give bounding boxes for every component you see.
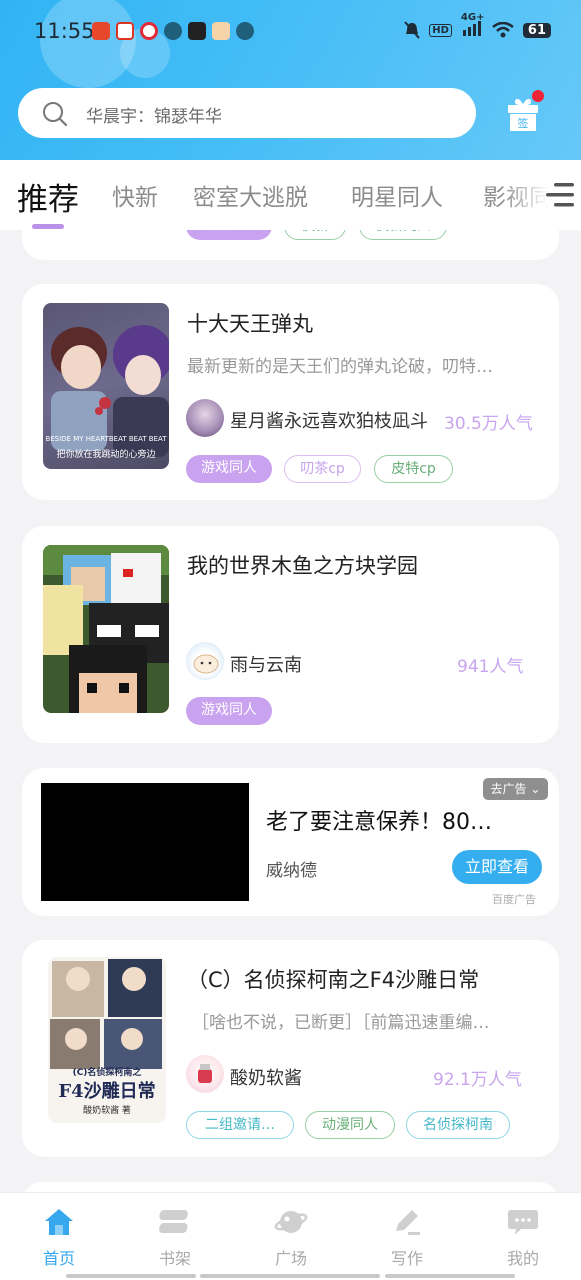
chat-bubble-icon xyxy=(508,1210,538,1235)
status-bar: 11:55 HD 4G+ 61 xyxy=(0,12,581,46)
ad-source: 百度广告 xyxy=(492,893,536,906)
book-card[interactable]: 我的世界木鱼之方块学园 雨与云南 941人气 游戏同人 xyxy=(22,526,559,743)
tab-escape-room[interactable]: 密室大逃脱 xyxy=(193,178,308,212)
app-notify-icon xyxy=(188,22,206,40)
remove-ad-button[interactable]: 去广告 ⌄ xyxy=(483,778,548,800)
book-cover: (C)名侦探柯南之 F4沙雕日常 酸奶软酱 著 xyxy=(48,957,166,1123)
cover-illustration xyxy=(43,545,169,713)
nav-label: 我的 xyxy=(506,1249,539,1268)
nav-write[interactable]: 写作 xyxy=(367,1207,447,1269)
bottom-navigation: 首页 书架 广场 写作 我的 xyxy=(0,1192,581,1280)
book-description: ［啥也不说，已断更］［前篇迅速重编… xyxy=(192,1013,490,1033)
gesture-bar xyxy=(200,1274,380,1278)
author-name[interactable]: 酸奶软酱 xyxy=(230,1064,302,1090)
message-icon xyxy=(164,22,182,40)
author-name[interactable]: 星月酱永远喜欢狛枝凪斗 xyxy=(230,407,428,433)
network-type: 4G+ xyxy=(461,12,484,40)
nav-label: 写作 xyxy=(390,1249,423,1268)
book-description: 最新更新的是天王们的弹丸论破，叨特… xyxy=(187,357,493,377)
ad-card[interactable]: 老了要注意保养！80… 威纳德 立即查看 去广告 ⌄ 百度广告 xyxy=(22,768,559,916)
book-tag[interactable]: 游戏同人 xyxy=(186,455,272,483)
book-title[interactable]: （C）名侦探柯南之F4沙雕日常 xyxy=(187,964,479,994)
book-title[interactable]: 十大天王弹丸 xyxy=(187,308,313,338)
nav-square[interactable]: 广场 xyxy=(251,1207,331,1269)
tab-recommend[interactable]: 推荐 xyxy=(17,174,79,219)
pen-icon xyxy=(396,1210,420,1235)
app-notify-icon xyxy=(92,22,110,40)
wifi-icon xyxy=(492,22,514,38)
popularity-count: 941人气 xyxy=(457,657,524,677)
nav-mine[interactable]: 我的 xyxy=(483,1207,563,1269)
gesture-bar xyxy=(66,1274,196,1278)
search-placeholder: 华晨宇：锦瑟年华 xyxy=(86,107,222,127)
notification-badge xyxy=(532,90,544,102)
svg-text:签: 签 xyxy=(518,116,529,130)
app-notify-icon xyxy=(212,22,230,40)
cover-title: F4沙雕日常 xyxy=(58,1081,156,1102)
active-tab-indicator xyxy=(32,224,64,229)
planet-icon xyxy=(274,1211,308,1233)
compass-icon xyxy=(236,22,254,40)
bookshelf-icon xyxy=(159,1210,188,1233)
mute-icon xyxy=(404,21,420,39)
cover-caption: BESIDE MY HEARTBEAT BEAT BEAT xyxy=(45,435,167,443)
home-icon xyxy=(45,1209,73,1235)
book-cover xyxy=(43,545,169,713)
book-card[interactable]: (C)名侦探柯南之 F4沙雕日常 酸奶软酱 著 （C）名侦探柯南之F4沙雕日常 … xyxy=(22,940,559,1157)
author-avatar[interactable] xyxy=(186,642,224,680)
popularity-count: 30.5万人气 xyxy=(444,414,533,434)
hd-badge: HD xyxy=(429,23,452,37)
checkin-button[interactable]: 签 xyxy=(506,90,544,136)
tab-celebrity-fanfic[interactable]: 明星同人 xyxy=(351,178,443,212)
menu-icon[interactable] xyxy=(544,180,576,210)
author-avatar[interactable] xyxy=(186,399,224,437)
ad-image[interactable] xyxy=(41,783,249,901)
nav-label: 书架 xyxy=(158,1249,191,1268)
book-card[interactable]: BESIDE MY HEARTBEAT BEAT BEAT 把你放在我跳动的心旁… xyxy=(22,284,559,500)
search-icon xyxy=(43,102,68,127)
gesture-bar xyxy=(385,1274,515,1278)
book-tag[interactable]: 动漫同人 xyxy=(305,1111,395,1139)
book-tag[interactable]: 名侦探柯南 xyxy=(406,1111,510,1139)
app-notify-icon xyxy=(116,22,134,40)
nav-bookshelf[interactable]: 书架 xyxy=(135,1207,215,1269)
book-cover: BESIDE MY HEARTBEAT BEAT BEAT 把你放在我跳动的心旁… xyxy=(43,303,169,469)
nav-label: 首页 xyxy=(42,1249,75,1268)
book-tag[interactable]: 游戏同人 xyxy=(186,697,272,725)
book-tag[interactable]: 二组邀请… xyxy=(186,1111,294,1139)
author-avatar[interactable] xyxy=(186,1055,224,1093)
book-title[interactable]: 我的世界木鱼之方块学园 xyxy=(187,550,418,580)
status-time: 11:55 xyxy=(34,19,95,43)
tab-kuaixin[interactable]: 快新 xyxy=(112,178,158,212)
notification-icons xyxy=(92,22,254,40)
cover-caption-cn: 把你放在我跳动的心旁边 xyxy=(56,450,156,460)
battery-indicator: 61 xyxy=(522,22,551,38)
app-notify-icon xyxy=(140,22,158,40)
ad-view-button[interactable]: 立即查看 xyxy=(452,850,542,884)
author-name[interactable]: 雨与云南 xyxy=(230,651,302,677)
ad-brand: 威纳德 xyxy=(266,861,317,881)
search-bar[interactable]: 华晨宇：锦瑟年华 xyxy=(18,88,476,138)
nav-home[interactable]: 首页 xyxy=(19,1207,99,1269)
popularity-count: 92.1万人气 xyxy=(433,1070,522,1090)
system-status: HD 4G+ 61 xyxy=(404,12,551,40)
nav-label: 广场 xyxy=(274,1249,307,1268)
cover-illustration xyxy=(51,325,169,457)
book-tag[interactable]: 叨茶cp xyxy=(284,455,361,483)
book-tag[interactable]: 皮特cp xyxy=(374,455,453,483)
ad-title[interactable]: 老了要注意保养！80… xyxy=(266,804,492,836)
cover-author: 酸奶软酱 著 xyxy=(83,1106,131,1116)
app-header: 11:55 HD 4G+ 61 华晨宇：锦瑟年华 签 xyxy=(0,0,581,160)
